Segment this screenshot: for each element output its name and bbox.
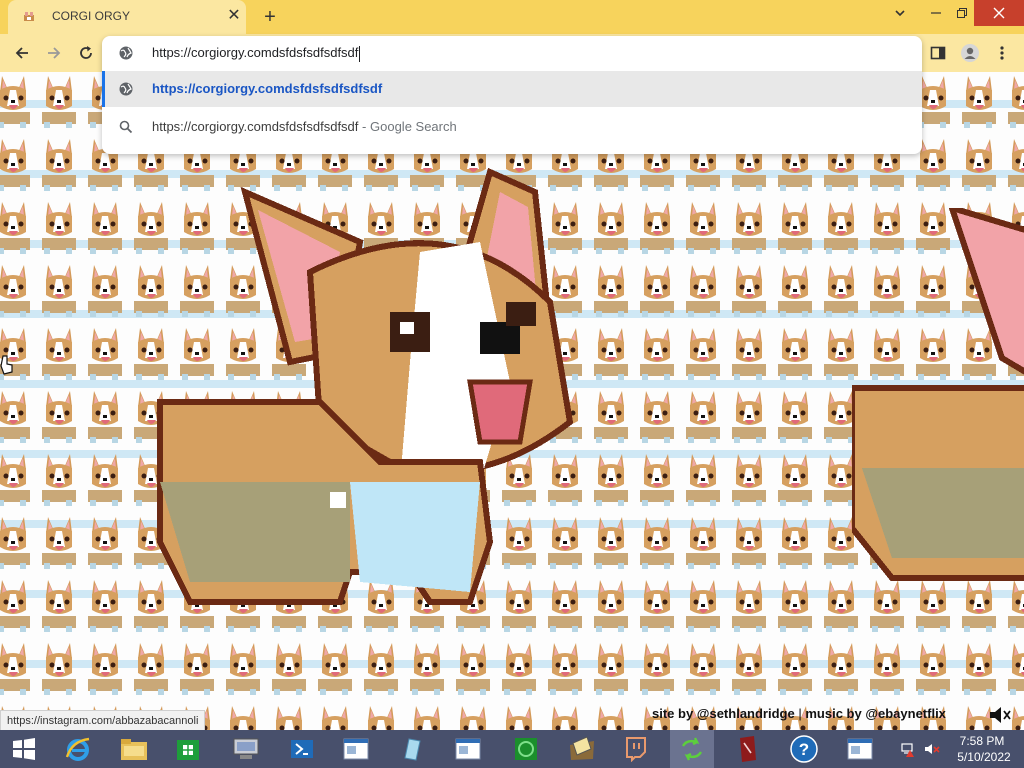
hand-cursor-icon [0, 355, 13, 375]
browser-tab[interactable]: CORGI ORGY ✕ [8, 0, 246, 34]
arrow-right-icon [48, 47, 61, 59]
globe-icon [119, 82, 133, 96]
reload-icon [80, 46, 92, 59]
speaker-mute-icon[interactable] [988, 704, 1014, 726]
volume-mute-icon[interactable] [924, 741, 940, 757]
taskbar-clock-date[interactable]: 5/10/2022 [952, 750, 1016, 764]
network-warning-icon[interactable] [900, 741, 916, 757]
start-button[interactable] [2, 730, 46, 768]
music-credit-link[interactable]: music by @ebaynetflix [805, 706, 946, 721]
suggestion-url[interactable]: https://corgiorgy.comdsfdsfsdfsdfsdf [102, 71, 922, 107]
taskbar-notes[interactable] [390, 730, 434, 768]
globe-icon [119, 46, 133, 60]
site-credit-link[interactable]: site by @sethlandridge [652, 706, 795, 721]
browser-title-bar: CORGI ORGY ✕ + [0, 0, 1024, 34]
help-icon: ? [790, 735, 818, 763]
taskbar-powershell[interactable] [280, 730, 324, 768]
folder-icon [121, 739, 147, 760]
menu-button[interactable] [990, 41, 1014, 65]
search-icon [119, 120, 133, 134]
side-panel-icon [930, 46, 946, 60]
taskbar-network-app[interactable] [224, 730, 268, 768]
suggestion-search[interactable]: https://corgiorgy.comdsfdsfsdfsdfsdf - G… [102, 109, 922, 145]
credits-separator: | [798, 706, 802, 721]
taskbar-book-app[interactable] [726, 730, 770, 768]
taskbar-clock-time[interactable]: 7:58 PM [952, 734, 1012, 748]
side-panel-button[interactable] [926, 41, 950, 65]
status-bar-url: https://instagram.com/abbazabacannoli [0, 710, 206, 730]
arrow-left-icon [15, 47, 28, 59]
page-content: https://instagram.com/abbazabacannoli si… [0, 72, 1024, 730]
window-icon [847, 738, 873, 760]
taskbar-internet-explorer[interactable] [56, 730, 100, 768]
taskbar-folder-app[interactable] [560, 730, 604, 768]
tab-title: CORGI ORGY [52, 9, 131, 23]
reload-button[interactable] [74, 41, 98, 65]
taskbar-sync-app[interactable] [670, 730, 714, 768]
text-caret [359, 45, 361, 62]
address-bar-value: https://corgiorgy.comdsfdsfsdfsdfsdf [152, 45, 359, 60]
suggestion-search-query: https://corgiorgy.comdsfdsfsdfsdfsdf [152, 119, 359, 134]
profile-button[interactable] [958, 41, 982, 65]
taskbar-clock-app[interactable] [504, 730, 548, 768]
powershell-icon [291, 740, 313, 758]
taskbar-file-explorer[interactable] [112, 730, 156, 768]
taskbar-help[interactable]: ? [782, 730, 826, 768]
omnibox-input-row[interactable]: https://corgiorgy.comdsfdsfsdfsdfsdf [102, 36, 922, 70]
address-bar-input[interactable]: https://corgiorgy.comdsfdsfsdfsdfsdf [152, 43, 892, 63]
tab-close-icon[interactable]: ✕ [226, 8, 242, 24]
close-window-button[interactable] [974, 0, 1024, 26]
system-tray: 7:58 PM 5/10/2022 [896, 730, 1024, 768]
omnibox-dropdown: https://corgiorgy.comdsfdsfsdfsdfsdf htt… [102, 36, 922, 154]
clock-app-icon [515, 738, 537, 760]
chevron-down-icon [895, 10, 905, 17]
store-icon [177, 740, 199, 760]
suggestion-search-suffix: - Google Search [362, 119, 457, 134]
large-corgi-image [157, 167, 574, 605]
taskbar-store[interactable] [166, 730, 210, 768]
suggestion-search-separator: - [362, 119, 367, 134]
large-corgi-image-partial [852, 208, 1024, 581]
back-button[interactable] [10, 41, 34, 65]
windows-taskbar: ? 7:58 PM 5/10/2022 [0, 730, 1024, 768]
close-icon [993, 7, 1005, 19]
forward-button[interactable] [42, 41, 66, 65]
window-icon [343, 738, 369, 760]
suggestion-url-text: https://corgiorgy.comdsfdsfsdfsdfsdf [152, 81, 383, 96]
taskbar-window-1[interactable] [334, 730, 378, 768]
windows-start-icon [13, 738, 35, 760]
twitch-icon [626, 737, 646, 762]
taskbar-window-3[interactable] [838, 730, 882, 768]
book-icon [740, 736, 756, 762]
notes-icon [404, 738, 421, 761]
minimize-icon [931, 12, 941, 14]
window-icon [455, 738, 481, 760]
kebab-menu-icon [1000, 46, 1004, 60]
internet-explorer-icon [65, 737, 90, 761]
new-tab-button[interactable]: + [260, 7, 280, 27]
suggestion-search-engine: Google Search [370, 119, 457, 134]
computer-icon [233, 738, 259, 759]
folder-icon [570, 736, 594, 760]
restore-icon [957, 8, 967, 18]
corgi-favicon-icon [24, 12, 34, 21]
taskbar-window-2[interactable] [446, 730, 490, 768]
tab-search-button[interactable] [884, 0, 916, 26]
sync-icon [681, 737, 703, 761]
svg-text:?: ? [799, 740, 809, 759]
suggestion-search-text: https://corgiorgy.comdsfdsfsdfsdfsdf - G… [152, 119, 457, 134]
taskbar-twitch[interactable] [614, 730, 658, 768]
page-credits: site by @sethlandridge | music by @ebayn… [652, 706, 946, 721]
avatar-icon [961, 44, 979, 62]
